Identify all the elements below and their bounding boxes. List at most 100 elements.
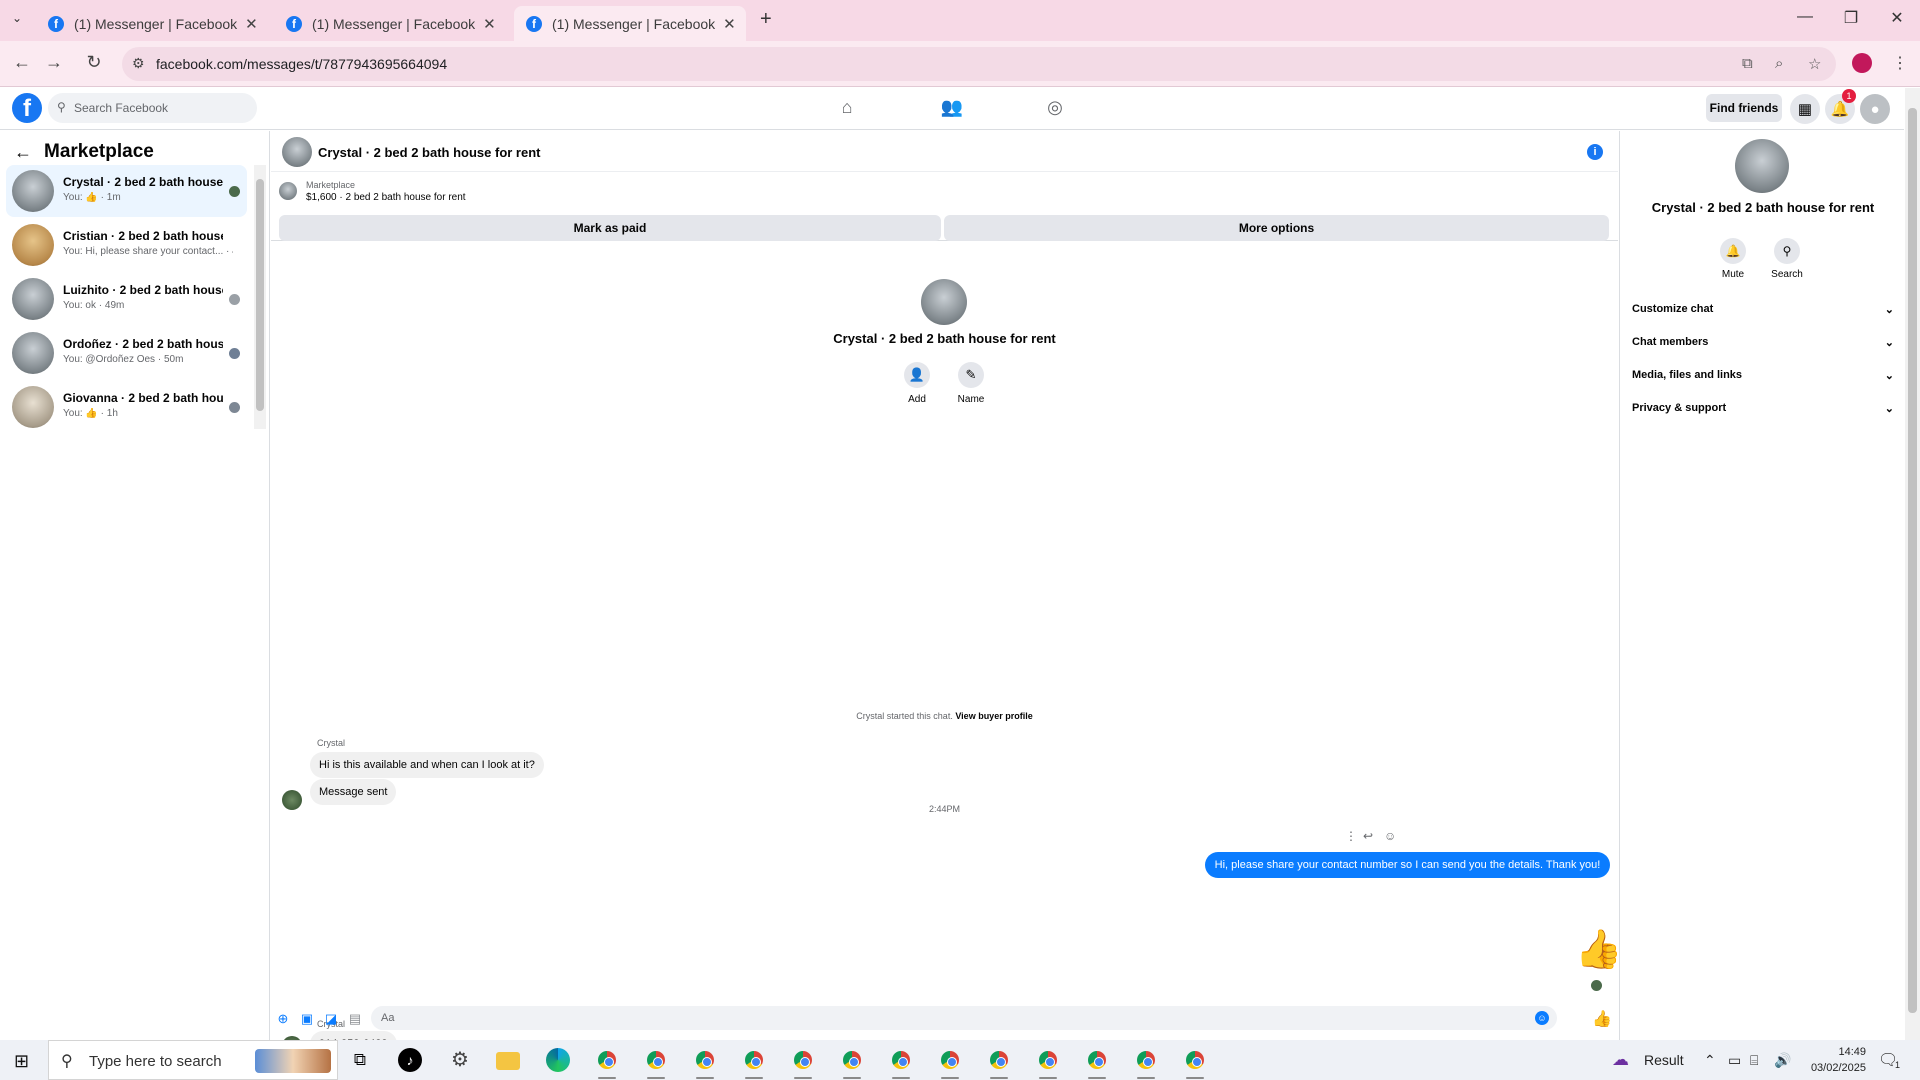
tiktok-icon[interactable]: ♪ [398,1048,422,1072]
outgoing-message[interactable]: Hi, please share your contact number so … [1205,852,1610,878]
scrollbar-thumb[interactable] [256,179,264,411]
chrome-icon[interactable] [1134,1048,1158,1072]
chat-info-avatar[interactable] [1735,139,1789,193]
file-explorer-icon[interactable] [496,1052,520,1070]
chat-title[interactable]: Crystal · 2 bed 2 bath house for rent [318,145,541,160]
menu-grid-icon[interactable]: ▦ [1790,94,1820,124]
browser-menu-icon[interactable]: ⋮ [1892,53,1908,73]
close-tab-icon[interactable]: ✕ [483,15,496,33]
browser-tab-1[interactable]: f (1) Messenger | Facebook ✕ [36,6,268,41]
restore-icon[interactable]: ❐ [1836,8,1866,28]
privacy-support-item[interactable]: Privacy & support ⌄ [1632,402,1894,422]
groups-icon[interactable]: ◎ [1043,97,1067,121]
account-avatar-icon[interactable]: ● [1860,94,1890,124]
volume-icon[interactable]: 🔊 [1774,1052,1791,1069]
show-hidden-icons-icon[interactable]: ⌃ [1704,1052,1716,1069]
reload-icon[interactable]: ↻ [82,52,106,73]
conversation-item[interactable]: Giovanna · 2 bed 2 bath hou... You: 👍 · … [6,381,247,433]
friends-icon[interactable]: 👥 [940,97,964,121]
incoming-message[interactable]: Message sent [310,779,397,805]
conversation-item[interactable]: Cristian · 2 bed 2 bath house fo... You:… [6,219,247,271]
plus-circle-icon[interactable]: ⊕ [276,1012,290,1026]
taskbar-search-box[interactable]: ⚲ Type here to search [48,1040,338,1080]
windows-start-icon[interactable]: ⊞ [14,1051,29,1072]
conversation-list-scrollbar[interactable] [254,165,266,429]
home-icon[interactable]: ⌂ [835,97,859,121]
chrome-icon[interactable] [742,1048,766,1072]
address-bar[interactable]: ⚙ facebook.com/messages/t/78779436956640… [122,47,1836,81]
conversation-item[interactable]: Ordoñez · 2 bed 2 bath hous... You: @Ord… [6,327,247,379]
facebook-search-input[interactable]: ⚲ Search Facebook [48,93,257,123]
react-icon[interactable]: ☺ [1384,829,1396,843]
conversation-item[interactable]: Luizhito · 2 bed 2 bath house... You: ok… [6,273,247,325]
emoji-icon[interactable]: ☺ [1535,1011,1549,1025]
clock-time: 14:49 [1838,1046,1866,1058]
browser-tab-3-active[interactable]: f (1) Messenger | Facebook ✕ [514,6,746,41]
bookmark-star-icon[interactable]: ☆ [1808,55,1821,73]
chrome-icon[interactable] [595,1048,619,1072]
message-input[interactable]: Aa ☺ [371,1006,1557,1030]
browser-tab-2[interactable]: f (1) Messenger | Facebook ✕ [274,6,506,41]
chrome-icon[interactable] [693,1048,717,1072]
profile-icon[interactable] [1852,53,1872,73]
back-arrow-icon[interactable]: ← [14,142,32,163]
media-files-links-item[interactable]: Media, files and links ⌄ [1632,369,1894,389]
more-actions-icon[interactable]: ⋮ [1345,829,1357,843]
find-friends-button[interactable]: Find friends [1706,94,1782,122]
site-settings-icon[interactable]: ⚙ [132,55,145,72]
incoming-message[interactable]: Hi is this available and when can I look… [310,752,544,778]
chrome-icon[interactable] [889,1048,913,1072]
chrome-icon[interactable] [840,1048,864,1072]
page-scrollbar[interactable] [1905,88,1920,1040]
chat-avatar[interactable] [282,137,312,167]
close-tab-icon[interactable]: ✕ [245,15,258,33]
network-icon[interactable]: ⌸ [1750,1052,1758,1069]
send-like-icon[interactable]: 👍 [1592,1009,1612,1029]
forward-icon[interactable]: → [42,52,66,73]
thumbs-up-sticker-icon[interactable]: 👍 [1575,928,1622,972]
chrome-icon[interactable] [1036,1048,1060,1072]
settings-icon[interactable]: ⚙ [448,1048,472,1072]
listing-title[interactable]: $1,600 · 2 bed 2 bath house for rent [306,192,466,203]
info-icon[interactable]: i [1587,144,1603,160]
chrome-icon[interactable] [791,1048,815,1072]
meet-now-icon[interactable]: ▭ [1728,1052,1741,1069]
new-tab-icon[interactable]: + [760,8,772,31]
tab-search-chevron-icon[interactable]: ⌄ [12,11,22,25]
name-chat-button[interactable]: ✎ Name [946,362,996,405]
chrome-icon[interactable] [1085,1048,1109,1072]
reply-icon[interactable]: ↩ [1363,829,1373,843]
system-clock[interactable]: 14:49 03/02/2025 [1806,1044,1866,1076]
chrome-icon[interactable] [1183,1048,1207,1072]
minimize-icon[interactable]: — [1790,8,1820,26]
chrome-icon[interactable] [987,1048,1011,1072]
taskbar-search-placeholder: Type here to search [89,1053,222,1070]
gif-icon[interactable]: ▤ [348,1012,362,1026]
scrollbar-thumb[interactable] [1908,108,1917,1013]
search-in-chat-button[interactable]: ⚲ Search [1762,238,1812,280]
zoom-icon[interactable]: ⌕ [1775,55,1783,72]
close-window-icon[interactable]: ✕ [1882,8,1912,28]
chat-members-item[interactable]: Chat members ⌄ [1632,336,1894,356]
image-icon[interactable]: ▣ [300,1012,314,1026]
close-tab-icon[interactable]: ✕ [723,15,736,33]
mute-button[interactable]: 🔔 Mute [1708,238,1758,280]
chrome-icon[interactable] [644,1048,668,1072]
sticker-icon[interactable]: ◪ [324,1012,338,1026]
view-buyer-profile-link[interactable]: View buyer profile [955,711,1032,721]
back-icon[interactable]: ← [10,52,34,73]
edge-icon[interactable] [546,1048,570,1072]
listing-thumbnail[interactable] [279,182,297,200]
more-options-button[interactable]: More options [944,215,1609,241]
url-text: facebook.com/messages/t/7877943695664094 [156,56,448,72]
weather-text[interactable]: Result [1644,1052,1684,1068]
add-member-button[interactable]: 👤 Add [892,362,942,405]
conversation-item[interactable]: Crystal · 2 bed 2 bath house ... You: 👍 … [6,165,247,217]
chrome-icon[interactable] [938,1048,962,1072]
task-view-icon[interactable]: ⧉ [348,1048,372,1072]
facebook-logo[interactable]: f [12,93,42,123]
mark-as-paid-button[interactable]: Mark as paid [279,215,941,241]
weather-icon[interactable]: ☁ [1612,1050,1629,1070]
customize-chat-item[interactable]: Customize chat ⌄ [1632,303,1894,323]
install-app-icon[interactable]: ⧉ [1742,55,1753,72]
